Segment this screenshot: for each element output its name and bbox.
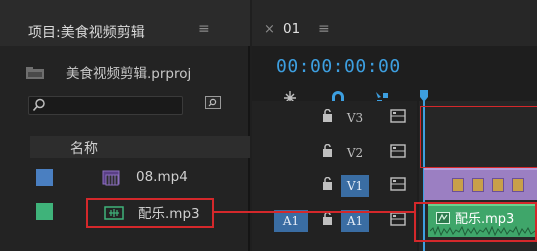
film-icon[interactable] <box>390 177 406 191</box>
film-icon[interactable] <box>390 144 406 158</box>
sequence-tab[interactable]: × 01 ≡ <box>252 0 537 46</box>
video-clip-icon <box>102 170 120 186</box>
clip-thumbnail <box>512 178 524 192</box>
track-target-v3[interactable]: V3 <box>341 107 369 129</box>
new-bin-icon[interactable] <box>205 96 221 109</box>
track-target-v1[interactable]: V1 <box>341 175 369 197</box>
highlight-box-video <box>420 106 537 168</box>
sequence-name: 01 <box>283 21 301 37</box>
clip-thumbnail <box>492 178 504 192</box>
project-file-row: 美食视频剪辑.prproj <box>0 56 250 86</box>
track-target-a1[interactable]: A1 <box>341 210 369 232</box>
column-header-label: 名称 <box>70 141 98 157</box>
highlight-box-target <box>414 202 537 242</box>
track-v1: V1 <box>252 169 417 202</box>
lock-icon[interactable] <box>322 212 333 225</box>
project-item-video[interactable]: 08.mp4 <box>30 162 250 192</box>
panel-menu-icon[interactable]: ≡ <box>318 21 330 37</box>
track-target-v2[interactable]: V2 <box>341 142 369 164</box>
label-color-swatch[interactable] <box>36 169 53 186</box>
lock-icon[interactable] <box>322 144 333 157</box>
film-icon[interactable] <box>390 109 406 123</box>
item-name: 08.mp4 <box>136 169 188 185</box>
project-panel: 项目:美食视频剪辑 ≡ 美食视频剪辑.prproj 名称 08.mp4 配乐.m… <box>0 0 250 251</box>
track-a1: A1 A1 <box>252 204 417 237</box>
video-clip[interactable] <box>424 168 537 200</box>
lock-icon[interactable] <box>322 109 333 122</box>
panel-menu-icon[interactable]: ≡ <box>198 21 210 37</box>
film-icon[interactable] <box>390 212 406 226</box>
clip-thumbnail <box>452 178 464 192</box>
highlight-box-source <box>86 198 214 228</box>
project-file-name: 美食视频剪辑.prproj <box>66 66 192 82</box>
folder-icon <box>26 67 44 79</box>
close-icon[interactable]: × <box>264 22 275 37</box>
label-color-swatch[interactable] <box>36 203 53 220</box>
lock-icon[interactable] <box>322 177 333 190</box>
search-icon <box>32 98 45 112</box>
project-title: 项目:美食视频剪辑 <box>28 25 145 41</box>
column-header-name[interactable]: 名称 <box>30 136 250 158</box>
track-v2: V2 <box>252 136 417 169</box>
project-tab[interactable]: 项目:美食视频剪辑 ≡ <box>0 0 250 46</box>
clip-thumbnail <box>472 178 484 192</box>
search-input[interactable] <box>28 96 183 115</box>
track-v3: V3 <box>252 101 417 134</box>
playhead-timecode[interactable]: 00:00:00:00 <box>276 56 401 77</box>
drag-connector-line <box>214 211 414 213</box>
source-patch-a1[interactable]: A1 <box>274 210 308 232</box>
